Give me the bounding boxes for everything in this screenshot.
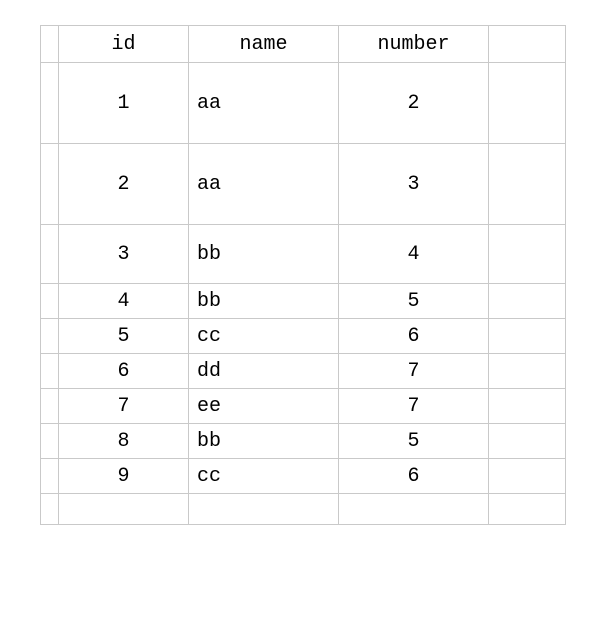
cell-name: cc: [189, 319, 339, 354]
cell-number: 5: [339, 424, 489, 459]
cell-id: 8: [59, 424, 189, 459]
cell-id: 7: [59, 389, 189, 424]
cell-name: ee: [189, 389, 339, 424]
gutter-cell: [41, 424, 59, 459]
header-name: name: [189, 26, 339, 63]
empty-cell: [189, 494, 339, 525]
header-number: number: [339, 26, 489, 63]
cell-id: 9: [59, 459, 189, 494]
cell-name: bb: [189, 225, 339, 284]
cell-name: bb: [189, 424, 339, 459]
cell-name: dd: [189, 354, 339, 389]
cell-id: 5: [59, 319, 189, 354]
cell-id: 3: [59, 225, 189, 284]
table-row: 6 dd 7: [41, 354, 566, 389]
gutter-cell: [41, 26, 59, 63]
cell-number: 5: [339, 284, 489, 319]
cell-number: 3: [339, 144, 489, 225]
gutter-cell: [41, 284, 59, 319]
gutter-cell: [41, 63, 59, 144]
gutter-cell: [489, 144, 566, 225]
gutter-cell: [41, 225, 59, 284]
table-row: 2 aa 3: [41, 144, 566, 225]
cell-name: aa: [189, 63, 339, 144]
gutter-cell: [489, 354, 566, 389]
gutter-cell: [489, 459, 566, 494]
cell-number: 7: [339, 354, 489, 389]
data-table: id name number 1 aa 2 2 aa 3: [40, 25, 566, 525]
cell-name: bb: [189, 284, 339, 319]
gutter-cell: [41, 354, 59, 389]
table-row: 1 aa 2: [41, 63, 566, 144]
header-id: id: [59, 26, 189, 63]
cell-number: 2: [339, 63, 489, 144]
table-row: 5 cc 6: [41, 319, 566, 354]
cell-number: 4: [339, 225, 489, 284]
cell-id: 2: [59, 144, 189, 225]
cell-number: 6: [339, 459, 489, 494]
spreadsheet-view: id name number 1 aa 2 2 aa 3: [0, 0, 596, 625]
gutter-cell: [41, 389, 59, 424]
gutter-cell: [489, 26, 566, 63]
gutter-cell: [489, 225, 566, 284]
gutter-cell: [489, 284, 566, 319]
cell-name: cc: [189, 459, 339, 494]
cell-number: 6: [339, 319, 489, 354]
cell-id: 1: [59, 63, 189, 144]
cell-id: 4: [59, 284, 189, 319]
gutter-cell: [41, 319, 59, 354]
gutter-cell: [489, 389, 566, 424]
table-row: 4 bb 5: [41, 284, 566, 319]
gutter-cell: [489, 63, 566, 144]
table-header-row: id name number: [41, 26, 566, 63]
empty-cell: [339, 494, 489, 525]
gutter-cell: [489, 319, 566, 354]
table-row-empty: [41, 494, 566, 525]
table-row: 8 bb 5: [41, 424, 566, 459]
table-row: 7 ee 7: [41, 389, 566, 424]
gutter-cell: [41, 459, 59, 494]
table-row: 3 bb 4: [41, 225, 566, 284]
cell-number: 7: [339, 389, 489, 424]
gutter-cell: [489, 424, 566, 459]
cell-name: aa: [189, 144, 339, 225]
gutter-cell: [41, 494, 59, 525]
empty-cell: [59, 494, 189, 525]
cell-id: 6: [59, 354, 189, 389]
gutter-cell: [489, 494, 566, 525]
table-row: 9 cc 6: [41, 459, 566, 494]
gutter-cell: [41, 144, 59, 225]
